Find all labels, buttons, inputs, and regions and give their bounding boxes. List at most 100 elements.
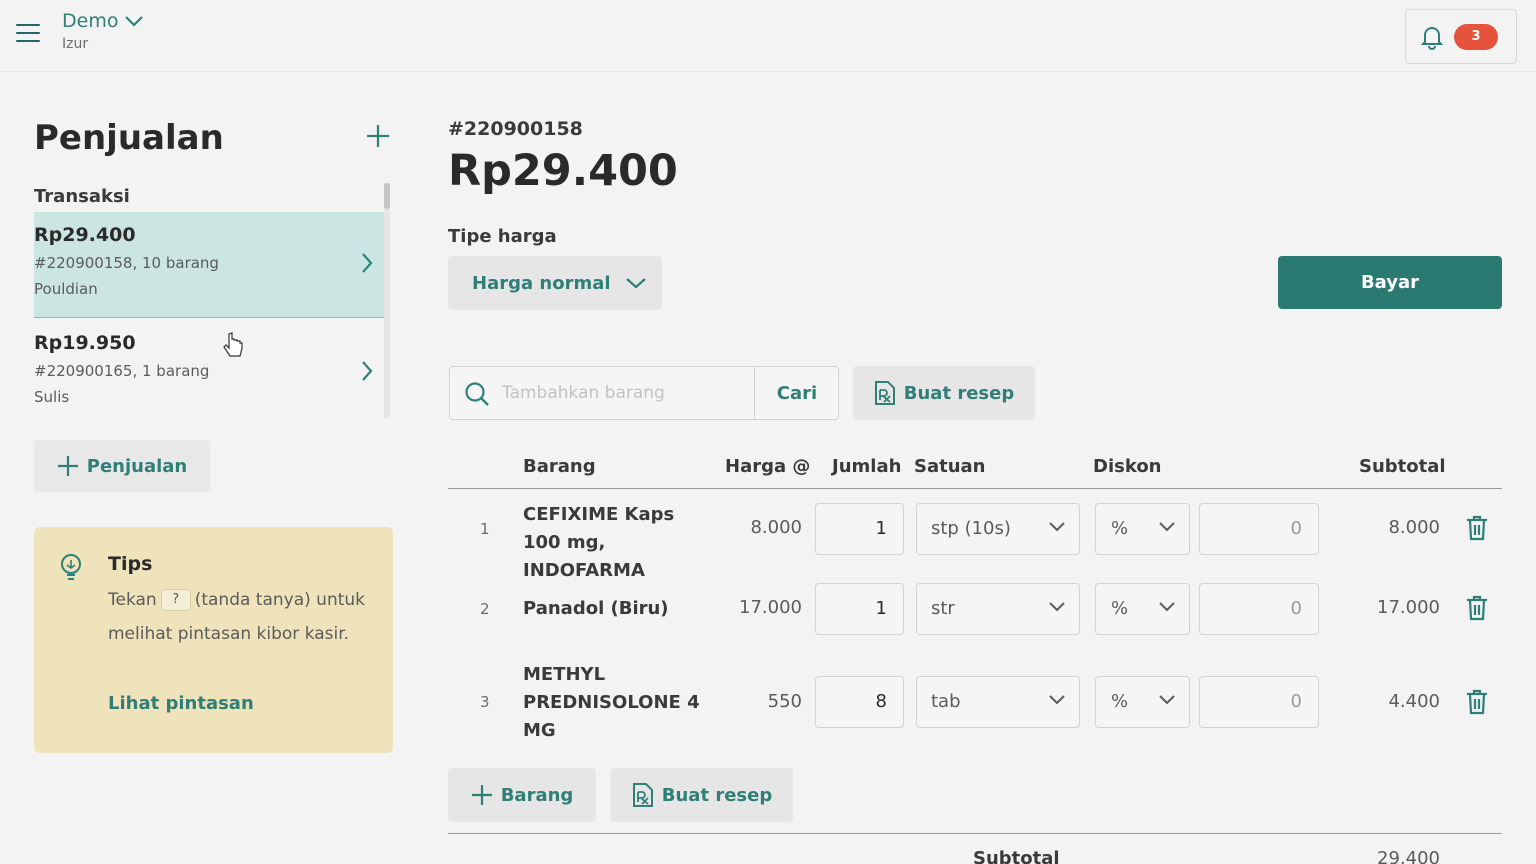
price-type-label: Tipe harga (448, 226, 557, 247)
tips-title: Tips (108, 553, 153, 575)
create-recipe-button-bottom[interactable]: Buat resep (611, 768, 793, 822)
column-header-harga: Harga @ (725, 456, 811, 477)
unit-select[interactable]: str (916, 583, 1080, 635)
discount-input[interactable]: 0 (1199, 503, 1319, 555)
unit-select[interactable]: stp (10s) (916, 503, 1080, 555)
create-recipe-label: Buat resep (661, 784, 773, 806)
price-type-select[interactable]: Harga normal (448, 256, 662, 310)
invoice-number: #220900158 (448, 118, 583, 140)
item-price: 550 (767, 691, 802, 712)
chevron-down-icon (1159, 695, 1175, 705)
chevron-right-icon (362, 253, 373, 273)
scrollbar-thumb[interactable] (384, 183, 390, 209)
plus-icon (471, 785, 492, 805)
discount-type-value: % (1111, 518, 1129, 539)
row-number: 3 (480, 693, 490, 711)
search-button[interactable]: Cari (755, 367, 839, 419)
transaction-meta: #220900158, 10 barang (34, 254, 219, 272)
lightbulb-icon (61, 554, 81, 580)
search-icon (465, 382, 489, 406)
invoice-total: Rp29.400 (448, 146, 678, 196)
subtotal-label: Subtotal (973, 848, 1060, 864)
unit-select[interactable]: tab (916, 676, 1080, 728)
chevron-right-icon (362, 361, 373, 381)
transaction-item[interactable]: Rp29.400 #220900158, 10 barang Pouldian (34, 212, 384, 318)
discount-type-select[interactable]: % (1095, 583, 1190, 635)
menu-icon[interactable] (16, 24, 40, 46)
create-recipe-label: Buat resep (903, 382, 1015, 404)
transaction-meta: #220900165, 1 barang (34, 362, 210, 380)
org-name-label: Demo (62, 10, 119, 32)
item-price: 8.000 (750, 517, 802, 538)
item-subtotal: 17.000 (1377, 597, 1440, 618)
add-sale-button[interactable]: Penjualan (34, 440, 210, 492)
price-type-value: Harga normal (472, 272, 611, 294)
column-header-satuan: Satuan (914, 456, 986, 477)
item-name: CEFIXIME Kaps 100 mg, INDOFARMA (523, 504, 675, 581)
create-recipe-button[interactable]: Buat resep (853, 366, 1035, 420)
transactions-label: Transaksi (34, 186, 130, 207)
org-switcher[interactable]: Demo Izur (62, 10, 144, 52)
bell-icon (1420, 26, 1444, 50)
transaction-item[interactable]: Rp19.950 #220900165, 1 barang Sulis (34, 320, 384, 426)
item-search: Cari (449, 366, 839, 420)
prescription-icon (874, 381, 895, 405)
top-bar: Demo Izur 3 (0, 0, 1536, 72)
user-name: Izur (62, 36, 89, 52)
item-name: METHYL PREDNISOLONE 4 MG (523, 664, 700, 741)
scrollbar-track[interactable] (384, 183, 390, 418)
column-header-diskon: Diskon (1093, 456, 1162, 477)
unit-value: tab (931, 691, 961, 712)
unit-value: str (931, 598, 955, 619)
discount-type-value: % (1111, 598, 1129, 619)
transaction-customer: Pouldian (34, 280, 98, 298)
quantity-input[interactable]: 8 (815, 676, 904, 728)
subtotal-value: 29.400 (1377, 848, 1440, 864)
add-item-button[interactable]: Barang (448, 768, 596, 822)
unit-value: stp (10s) (931, 518, 1011, 539)
item-subtotal: 8.000 (1388, 517, 1440, 538)
notification-count-badge: 3 (1454, 23, 1498, 50)
chevron-down-icon (1159, 522, 1175, 532)
add-sale-label: Penjualan (86, 455, 188, 477)
row-number: 1 (480, 520, 490, 538)
trash-icon[interactable] (1466, 515, 1488, 541)
discount-input[interactable]: 0 (1199, 583, 1319, 635)
discount-input[interactable]: 0 (1199, 676, 1319, 728)
transaction-amount: Rp29.400 (34, 224, 136, 246)
tips-card: Tips Tekan? (tanda tanya) untuk melihat p… (34, 527, 393, 753)
shortcut-key: ? (160, 589, 191, 611)
column-header-subtotal: Subtotal (1359, 456, 1446, 477)
hand-cursor-icon (223, 332, 243, 357)
search-input[interactable] (502, 377, 742, 409)
org-name[interactable]: Demo (62, 10, 144, 32)
chevron-down-icon (1049, 695, 1065, 705)
column-header-jumlah: Jumlah (832, 456, 902, 477)
sidebar-title: Penjualan (34, 118, 224, 158)
table-header-divider (448, 488, 1502, 489)
row-number: 2 (480, 600, 490, 618)
item-price: 17.000 (739, 597, 802, 618)
trash-icon[interactable] (1466, 595, 1488, 621)
tips-text: Tekan? (tanda tanya) untuk melihat pintas… (108, 583, 378, 651)
table-footer-divider (448, 833, 1502, 834)
notification-button[interactable]: 3 (1405, 9, 1517, 64)
plus-icon[interactable] (364, 122, 392, 150)
discount-type-value: % (1111, 691, 1129, 712)
prescription-icon (632, 783, 653, 807)
chevron-down-icon (125, 16, 144, 27)
view-shortcuts-link[interactable]: Lihat pintasan (108, 693, 254, 714)
tips-text-before: Tekan (108, 590, 157, 610)
discount-type-select[interactable]: % (1095, 503, 1190, 555)
item-subtotal: 4.400 (1388, 691, 1440, 712)
transaction-customer: Sulis (34, 388, 70, 406)
pay-button[interactable]: Bayar (1278, 256, 1502, 309)
plus-icon (57, 456, 78, 476)
quantity-input[interactable]: 1 (815, 583, 904, 635)
item-name: Panadol (Biru) (523, 598, 669, 619)
chevron-down-icon (625, 278, 646, 289)
transaction-amount: Rp19.950 (34, 332, 136, 354)
discount-type-select[interactable]: % (1095, 676, 1190, 728)
trash-icon[interactable] (1466, 689, 1488, 715)
quantity-input[interactable]: 1 (815, 503, 904, 555)
